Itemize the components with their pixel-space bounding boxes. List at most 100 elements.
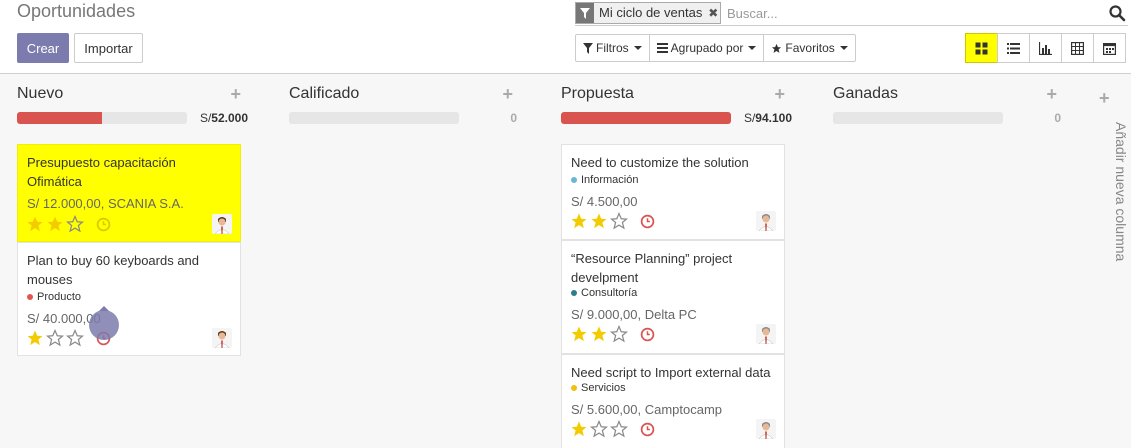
star-empty-icon[interactable]: [66, 329, 84, 347]
search-options: Filtros Agrupado por Favoritos: [575, 34, 856, 62]
avatar: [212, 214, 232, 234]
kanban-icon: [975, 42, 988, 54]
activity-clock-icon[interactable]: [96, 217, 111, 232]
star-filled-icon[interactable]: [570, 212, 588, 230]
search-bar: Mi ciclo de ventas ✖: [575, 0, 1128, 26]
card-revenue: S/ 9.000,00, Delta PC: [571, 307, 697, 322]
star-empty-icon[interactable]: [610, 420, 628, 438]
favorites-dropdown[interactable]: Favoritos: [763, 34, 856, 62]
sum-value: 0: [510, 111, 517, 125]
graph-view-button[interactable]: [1029, 33, 1062, 63]
star-empty-icon[interactable]: [610, 212, 628, 230]
star-empty-icon[interactable]: [590, 420, 608, 438]
star-filled-icon[interactable]: [570, 325, 588, 343]
opportunity-card[interactable]: Need to customize the solution Informaci…: [561, 144, 785, 240]
bars-icon: [656, 43, 668, 53]
activity-clock-icon[interactable]: [640, 422, 655, 437]
column-sum: 0: [510, 111, 517, 125]
opportunity-card[interactable]: Presupuesto capacitación Ofimática S/ 12…: [17, 144, 241, 242]
sum-value: 52.000: [211, 111, 248, 125]
tag-label: Consultoría: [581, 287, 638, 299]
priority-stars[interactable]: [26, 329, 84, 347]
priority-stars[interactable]: [570, 420, 628, 438]
card-title: Presupuesto capacitación Ofimática: [27, 155, 176, 189]
opportunity-card[interactable]: “Resource Planning” project develpment C…: [561, 240, 785, 354]
opportunity-card[interactable]: Need script to Import external data Serv…: [561, 354, 785, 448]
tag-label: Información: [581, 174, 639, 186]
facet-remove-icon[interactable]: ✖: [706, 3, 720, 23]
opportunity-card[interactable]: Plan to buy 60 keyboards and mouses Prod…: [17, 242, 241, 356]
tag-dot: [571, 177, 577, 183]
add-column-label: Añadir nueva columna: [1113, 122, 1129, 262]
tag-dot: [27, 294, 33, 300]
card-tag[interactable]: Producto: [27, 291, 81, 303]
card-revenue: S/ 4.500,00: [571, 194, 638, 209]
star-filled-icon[interactable]: [26, 329, 44, 347]
import-button[interactable]: Importar: [74, 33, 143, 63]
card-title: Need to customize the solution: [571, 155, 749, 170]
priority-stars[interactable]: [570, 325, 628, 343]
star-empty-icon[interactable]: [610, 325, 628, 343]
sum-prefix: S/: [199, 111, 212, 125]
card-title: “Resource Planning” project develpment: [571, 251, 733, 285]
search-icon[interactable]: [1108, 4, 1126, 22]
column-sum: S/52.000: [200, 111, 248, 125]
star-filled-icon[interactable]: [46, 215, 64, 233]
create-button[interactable]: Crear: [17, 33, 69, 63]
star-filled-icon[interactable]: [590, 212, 608, 230]
calendar-view-button[interactable]: [1093, 33, 1126, 63]
search-input[interactable]: [727, 3, 1097, 23]
column-progress-bar[interactable]: [289, 112, 459, 124]
column-progress-bar[interactable]: [833, 112, 1003, 124]
list-view-button[interactable]: [997, 33, 1030, 63]
filters-dropdown[interactable]: Filtros: [575, 34, 650, 62]
activity-clock-icon[interactable]: [640, 327, 655, 342]
page-title: Oportunidades: [17, 1, 136, 21]
star-filled-icon[interactable]: [26, 215, 44, 233]
quick-create-icon[interactable]: +: [774, 84, 785, 105]
caret-down-icon: [633, 46, 642, 50]
column-progress-bar[interactable]: [561, 112, 731, 124]
tag-dot: [571, 290, 577, 296]
pointer-cursor: [89, 310, 119, 340]
column-progress-bar[interactable]: [17, 112, 187, 124]
quick-create-icon[interactable]: +: [230, 84, 241, 105]
priority-stars[interactable]: [570, 212, 628, 230]
add-column-button[interactable]: + Añadir nueva columna: [1090, 74, 1131, 448]
control-panel: Oportunidades Crear Importar Mi ciclo de…: [0, 0, 1131, 74]
star-filled-icon[interactable]: [590, 325, 608, 343]
kanban-column-calificado: Calificado + 0: [272, 74, 520, 448]
quick-create-icon[interactable]: +: [1046, 84, 1057, 105]
list-icon: [1007, 42, 1020, 54]
bar-chart-icon: [1039, 41, 1052, 55]
star-empty-icon[interactable]: [66, 215, 84, 233]
column-title: Calificado: [289, 85, 360, 102]
star-filled-icon[interactable]: [570, 420, 588, 438]
table-icon: [1071, 41, 1084, 55]
filters-label: Filtros: [596, 41, 629, 55]
card-title: Plan to buy 60 keyboards and mouses: [27, 253, 200, 287]
quick-create-icon[interactable]: +: [502, 84, 513, 105]
kanban-board: Nuevo + S/52.000 Presupuesto capacitació…: [0, 74, 1131, 448]
column-sum: 0: [1054, 111, 1061, 125]
star-empty-icon[interactable]: [46, 329, 64, 347]
search-facet: Mi ciclo de ventas ✖: [575, 2, 722, 24]
priority-stars[interactable]: [26, 215, 84, 233]
column-title: Nuevo: [17, 85, 64, 102]
sum-prefix: S/: [743, 111, 756, 125]
facet-label: Mi ciclo de ventas: [599, 5, 703, 20]
star-icon: [772, 43, 782, 53]
kanban-view-button[interactable]: [965, 33, 998, 63]
column-sum: S/94.100: [744, 111, 792, 125]
filter-icon: [583, 42, 593, 54]
caret-down-icon: [748, 46, 757, 50]
card-tag[interactable]: Información: [571, 174, 638, 186]
column-title: Ganadas: [833, 85, 898, 102]
card-tag[interactable]: Consultoría: [571, 287, 637, 299]
card-tag[interactable]: Servicios: [571, 382, 626, 394]
activity-clock-icon[interactable]: [640, 214, 655, 229]
group-by-dropdown[interactable]: Agrupado por: [648, 34, 765, 62]
pivot-view-button[interactable]: [1061, 33, 1094, 63]
tag-dot: [571, 385, 577, 391]
sum-value: 94.100: [755, 111, 792, 125]
